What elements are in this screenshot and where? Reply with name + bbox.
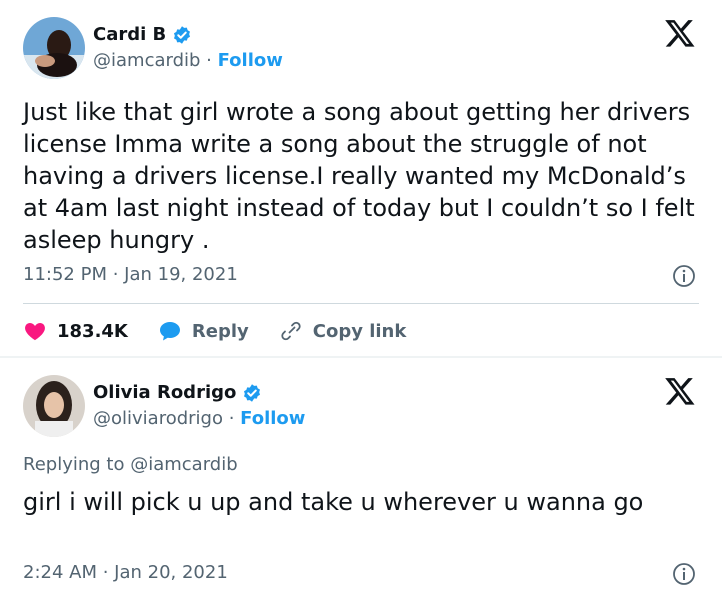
handle-row: @iamcardib · Follow (93, 50, 283, 71)
tweet-timestamp[interactable]: 2:24 AM · Jan 20, 2021 (23, 562, 228, 583)
like-button[interactable]: 183.4K (23, 319, 128, 343)
reply-label: Reply (191, 320, 249, 342)
handle-row: @oliviarodrigo · Follow (93, 408, 305, 429)
separator-dot: · (200, 50, 218, 71)
follow-button[interactable]: Follow (218, 50, 283, 71)
author-name-text: Cardi B (93, 24, 167, 45)
heart-icon (25, 323, 45, 341)
tweet-text: girl i will pick u up and take u whereve… (23, 488, 644, 516)
author-handle[interactable]: @iamcardib (93, 50, 200, 71)
author-handle[interactable]: @oliviarodrigo (93, 408, 223, 429)
replying-to[interactable]: Replying to @iamcardib (23, 454, 238, 475)
reply-bubble-icon (159, 322, 180, 341)
like-count: 183.4K (57, 320, 128, 342)
author-name-text: Olivia Rodrigo (93, 382, 237, 403)
follow-button[interactable]: Follow (240, 408, 305, 429)
copy-link-button[interactable]: Copy link (279, 319, 407, 343)
copy-link-label: Copy link (312, 320, 407, 342)
x-logo-icon[interactable] (664, 375, 696, 407)
tweet-timestamp[interactable]: 11:52 PM · Jan 19, 2021 (23, 264, 238, 285)
tweet-text: Just like that girl wrote a song about g… (23, 98, 695, 254)
info-icon[interactable] (672, 264, 696, 288)
action-bar: 183.4K Reply Copy link (23, 316, 436, 346)
reply-button[interactable]: Reply (158, 319, 249, 343)
author-name[interactable]: Cardi B (93, 24, 192, 45)
separator-dot: · (222, 408, 241, 429)
divider (23, 303, 699, 304)
link-icon (281, 321, 301, 341)
verified-badge-icon (244, 383, 261, 402)
info-icon[interactable] (672, 562, 696, 586)
avatar-cardib[interactable] (23, 17, 85, 79)
avatar-oliviarodrigo[interactable] (23, 375, 85, 437)
x-logo-icon[interactable] (664, 17, 696, 49)
verified-badge-icon (174, 25, 191, 44)
tweet-card-cardib: Cardi B @iamcardib · Follow Just like th… (0, 0, 722, 356)
author-name[interactable]: Olivia Rodrigo (93, 382, 262, 403)
